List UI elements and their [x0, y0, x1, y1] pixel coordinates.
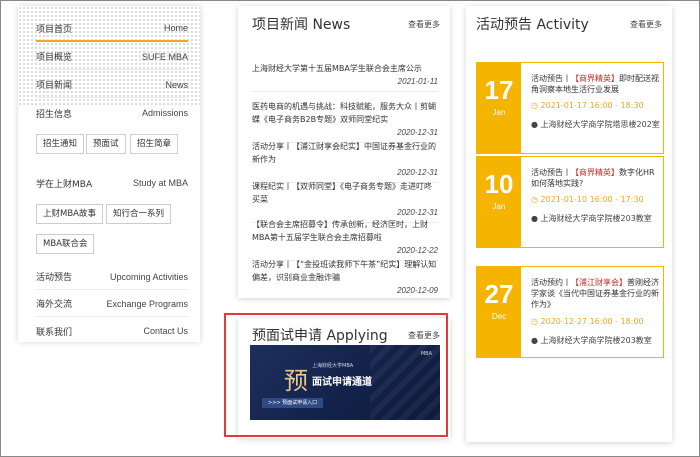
activity-prefix: 活动预告丨: [531, 74, 571, 83]
news-item-date: 2020-12-22: [397, 246, 438, 255]
tag-admission-notice[interactable]: 招生通知: [36, 134, 85, 154]
activity-place: ● 上海财经大学商学院楼203教室: [531, 213, 652, 224]
left-navigation: 项目首页 Home 项目概览 SUFE MBA 项目新闻 News 招生信息 A…: [18, 6, 200, 342]
activity-place-text: 上海财经大学商学院楼203教室: [540, 214, 652, 223]
news-item[interactable]: 活动分享丨【浦江财享会纪实】中国证券基金行业的新作为 2020-12-31: [252, 140, 438, 183]
nav-item-en-label: Admissions: [141, 108, 188, 118]
nav-item-home[interactable]: 项目首页 Home: [36, 16, 188, 42]
tag-mba-union[interactable]: MBA联合会: [36, 234, 95, 254]
activity-prefix: 活动预告丨: [531, 168, 571, 177]
activity-time: ◷ 2020-12-27 16:00 - 18:00: [531, 317, 644, 326]
activity-more-link[interactable]: 查看更多: [630, 19, 662, 30]
nav-item-label: 招生信息: [36, 109, 73, 120]
activity-title-text: 活动预约丨【浦江财享会】普刚经济学家谈《当代中国证券基金行业的新作为》: [531, 277, 659, 310]
nav-item-contact-us[interactable]: 联系我们 Contact Us: [36, 318, 188, 342]
nav-item-label: 项目新闻: [36, 81, 73, 91]
nav-item-label: 联系我们: [36, 327, 73, 338]
nav-item-sufe-mba[interactable]: 项目概览 SUFE MBA: [36, 44, 188, 70]
activity-time: ◷ 2021-01-10 16:00 - 17:30: [531, 195, 644, 204]
news-item-date: 2020-12-09: [397, 286, 438, 295]
nav-item-en-label: Home: [163, 23, 188, 33]
activity-month: Dec: [491, 312, 507, 321]
activity-day: 17: [484, 75, 514, 105]
highlight-box: [224, 313, 448, 437]
news-item[interactable]: 上海财经大学第十五届MBA学生联合会主席公示 2021-01-11: [252, 62, 438, 92]
activity-title-text: 活动预告丨【商界精英】数字化HR如何落地实践?: [531, 167, 659, 189]
activity-month: Jan: [492, 108, 506, 117]
nav-item-en-label: Contact Us: [143, 326, 188, 336]
nav-item-en-label: SUFE MBA: [141, 51, 188, 62]
activity-date-box: 10 Jan: [477, 157, 521, 247]
nav-item-en-label: Exchange Programs: [106, 298, 188, 309]
activity-time-text: 2020-12-27 16:00 - 18:00: [540, 317, 644, 326]
news-item[interactable]: 活动分享丨【“金投班读我师下午茶”纪实】理解认知偏差，识别商业金融诈骗 2020…: [252, 258, 438, 300]
activity-time-text: 2021-01-17 16:00 - 18:30: [540, 101, 644, 110]
activity-title-text: 活动预告丨【商界精英】即时配送视角洞察本地生活行业发展: [531, 73, 659, 95]
activity-highlight: 【商界精英】: [571, 168, 619, 177]
activity-title: 活动预告 Activity: [476, 17, 589, 33]
activity-card[interactable]: 27 Dec 活动预约丨【浦江财享会】普刚经济学家谈《当代中国证券基金行业的新作…: [476, 266, 664, 358]
news-item-text: 课程纪实丨【双师同堂】《电子商务专题》走进叮咚买菜: [252, 182, 432, 204]
news-item-date: 2021-01-11: [397, 77, 438, 86]
nav-item-label: 项目概览: [36, 53, 73, 63]
activity-time-text: 2021-01-10 16:00 - 17:30: [540, 195, 644, 204]
nav-item-label: 海外交流: [36, 300, 73, 310]
news-item-text: 医药电商的机遇与挑战：科技赋能，服务大众丨剪蝴蝶《电子商务B2B专题》双师同堂纪…: [252, 102, 436, 124]
activity-place: ● 上海财经大学商学院塔思楼202室: [531, 119, 660, 130]
nav-item-label: 学在上财MBA: [36, 179, 93, 190]
location-pin-icon: ●: [531, 120, 538, 129]
news-title: 项目新闻 News: [252, 17, 351, 33]
nav-item-study-at-mba[interactable]: 学在上财MBA Study at MBA: [36, 170, 188, 196]
news-item-date: 2020-12-31: [397, 128, 438, 137]
tag-mba-stories[interactable]: 上财MBA故事: [36, 204, 103, 224]
nav-item-admissions[interactable]: 招生信息 Admissions: [36, 100, 188, 126]
nav-item-en-label: Study at MBA: [132, 178, 188, 188]
nav-item-exchange-programs[interactable]: 海外交流 Exchange Programs: [36, 291, 188, 317]
nav-item-label: 项目首页: [36, 24, 73, 35]
tag-knowledge-action-series[interactable]: 知行合一系列: [106, 204, 172, 224]
news-item-text: 上海财经大学第十五届MBA学生联合会主席公示: [252, 64, 422, 73]
activity-day: 27: [484, 279, 514, 309]
activity-time: ◷ 2021-01-17 16:00 - 18:30: [531, 101, 644, 110]
nav-item-en-label: Upcoming Activities: [109, 271, 188, 282]
news-more-link[interactable]: 查看更多: [408, 19, 440, 30]
location-pin-icon: ●: [531, 214, 538, 223]
activity-date-box: 17 Jan: [477, 63, 521, 153]
news-item-text: 活动分享丨【浦江财享会纪实】中国证券基金行业的新作为: [252, 142, 436, 164]
news-item[interactable]: 【联合会主席招募令】传承创新，经济匡时，上财MBA第十五届学生联合会主席招募啦 …: [252, 218, 438, 261]
tag-pre-interview[interactable]: 预面试: [86, 134, 126, 154]
activity-card[interactable]: 17 Jan 活动预告丨【商界精英】即时配送视角洞察本地生活行业发展 ◷ 202…: [476, 62, 664, 154]
activity-month: Jan: [492, 202, 506, 211]
news-item-date: 2020-12-31: [397, 168, 438, 177]
location-pin-icon: ●: [531, 336, 538, 345]
activity-date-box: 27 Dec: [477, 267, 521, 357]
activity-highlight: 【商界精英】: [571, 74, 619, 83]
activity-day: 10: [484, 169, 514, 199]
activity-place-text: 上海财经大学商学院塔思楼202室: [540, 120, 660, 129]
activity-highlight: 【浦江财享会】: [571, 278, 627, 287]
tag-admission-brochure[interactable]: 招生简章: [130, 134, 179, 154]
activity-prefix: 活动预约丨: [531, 278, 571, 287]
news-item[interactable]: 医药电商的机遇与挑战：科技赋能，服务大众丨剪蝴蝶《电子商务B2B专题》双师同堂纪…: [252, 100, 438, 143]
activity-place: ● 上海财经大学商学院楼203教室: [531, 335, 652, 346]
nav-item-upcoming-activities[interactable]: 活动预告 Upcoming Activities: [36, 264, 188, 290]
nav-item-en-label: News: [165, 79, 188, 90]
activity-card[interactable]: 10 Jan 活动预告丨【商界精英】数字化HR如何落地实践? ◷ 2021-01…: [476, 156, 664, 248]
nav-item-news[interactable]: 项目新闻 News: [36, 72, 188, 98]
news-panel: 项目新闻 News 查看更多 上海财经大学第十五届MBA学生联合会主席公示 20…: [238, 6, 450, 298]
news-item-text: 【联合会主席招募令】传承创新，经济匡时，上财MBA第十五届学生联合会主席招募啦: [252, 220, 428, 242]
nav-item-label: 活动预告: [36, 273, 73, 283]
activity-place-text: 上海财经大学商学院楼203教室: [540, 336, 652, 345]
news-item[interactable]: 课程纪实丨【双师同堂】《电子商务专题》走进叮咚买菜 2020-12-31: [252, 180, 438, 223]
news-item-text: 活动分享丨【“金投班读我师下午茶”纪实】理解认知偏差，识别商业金融诈骗: [252, 260, 437, 282]
